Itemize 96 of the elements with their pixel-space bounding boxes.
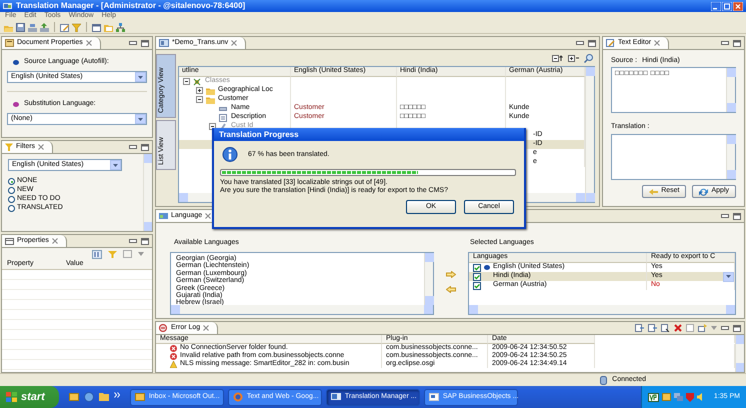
speaker-icon[interactable] bbox=[696, 393, 705, 401]
warning-icon bbox=[170, 360, 177, 368]
expander-icon[interactable] bbox=[196, 96, 203, 103]
expander-icon[interactable] bbox=[196, 87, 203, 94]
close-icon[interactable] bbox=[52, 238, 58, 244]
close-icon[interactable] bbox=[205, 213, 212, 219]
expand-all-icon[interactable] bbox=[568, 54, 579, 62]
maximize-icon[interactable] bbox=[733, 212, 741, 220]
maximize-icon[interactable] bbox=[733, 324, 741, 332]
minimize-icon[interactable] bbox=[721, 41, 729, 45]
document-icon bbox=[5, 39, 14, 47]
dialog-title: Translation Progress bbox=[214, 128, 524, 141]
delete-icon[interactable] bbox=[674, 324, 682, 332]
mail-icon[interactable] bbox=[68, 392, 79, 401]
maximize-icon[interactable] bbox=[733, 40, 741, 46]
window-icon[interactable] bbox=[92, 22, 101, 32]
clear-log-icon[interactable] bbox=[661, 324, 670, 332]
document-icon bbox=[219, 114, 228, 122]
left-arrow-icon[interactable] bbox=[446, 286, 456, 293]
mail-icon bbox=[134, 392, 145, 402]
log-icon[interactable] bbox=[686, 324, 694, 332]
import-icon[interactable] bbox=[28, 22, 37, 32]
menu-icon[interactable] bbox=[711, 326, 717, 330]
maximize-icon[interactable] bbox=[141, 40, 149, 46]
filter-icon bbox=[5, 143, 13, 151]
vertical-scrollbar[interactable] bbox=[424, 253, 433, 305]
export-log-icon[interactable] bbox=[635, 324, 644, 332]
import-log-icon[interactable] bbox=[648, 324, 657, 332]
expander-icon[interactable] bbox=[209, 123, 216, 130]
minimize-icon[interactable] bbox=[576, 41, 584, 45]
caret-icon bbox=[138, 118, 143, 120]
close-icon[interactable] bbox=[86, 40, 92, 46]
dropdown-button[interactable] bbox=[723, 272, 734, 282]
window-title: Translation Manager - [Administrator - @sitalenovo-78:6400] bbox=[16, 1, 246, 11]
minimize-icon[interactable] bbox=[129, 239, 137, 243]
chevron-icon[interactable] bbox=[114, 392, 120, 398]
maximize-icon[interactable] bbox=[141, 238, 149, 244]
search-icon[interactable] bbox=[584, 54, 593, 62]
close-icon[interactable] bbox=[231, 40, 238, 46]
window-icon bbox=[428, 392, 439, 402]
caret-icon bbox=[113, 164, 118, 166]
error-log-icon bbox=[159, 324, 168, 332]
collapse-all-icon[interactable] bbox=[552, 54, 563, 62]
close-icon[interactable] bbox=[654, 40, 660, 46]
bullet-icon bbox=[13, 60, 19, 64]
database-icon bbox=[600, 376, 608, 384]
right-arrow-icon[interactable] bbox=[446, 271, 456, 278]
minimize-icon[interactable] bbox=[721, 326, 729, 330]
table-icon bbox=[5, 238, 14, 244]
minimize-icon[interactable] bbox=[721, 214, 729, 218]
maximize-icon[interactable] bbox=[588, 40, 596, 46]
editor-icon bbox=[606, 39, 615, 47]
save-icon[interactable] bbox=[16, 22, 25, 32]
sort-icon[interactable] bbox=[92, 250, 102, 258]
menu-icon[interactable] bbox=[138, 252, 144, 256]
reset-icon bbox=[649, 188, 658, 196]
edit-icon[interactable] bbox=[60, 22, 69, 32]
bullet-icon bbox=[13, 102, 19, 106]
language-icon bbox=[159, 212, 168, 220]
checkbox[interactable] bbox=[473, 272, 481, 280]
caret-icon bbox=[726, 275, 731, 278]
network-icon[interactable] bbox=[116, 22, 125, 32]
horizontal-scrollbar[interactable] bbox=[171, 305, 433, 314]
browser-icon[interactable] bbox=[84, 392, 94, 402]
browser-icon bbox=[232, 392, 243, 402]
filter-icon[interactable] bbox=[72, 22, 81, 32]
vertical-scrollbar[interactable] bbox=[726, 68, 735, 112]
windows-logo-icon bbox=[6, 392, 17, 402]
maximize-icon[interactable] bbox=[141, 144, 149, 150]
minimize-icon[interactable] bbox=[129, 41, 137, 45]
close-icon[interactable] bbox=[203, 325, 210, 331]
folder-icon[interactable] bbox=[98, 392, 109, 401]
checkbox[interactable] bbox=[473, 282, 481, 290]
checkbox[interactable] bbox=[473, 264, 481, 272]
vertical-scrollbar[interactable] bbox=[726, 135, 735, 179]
refresh-icon bbox=[699, 188, 708, 196]
vertical-scrollbar[interactable] bbox=[143, 154, 152, 231]
export-icon[interactable] bbox=[40, 22, 49, 32]
info-icon bbox=[222, 147, 238, 163]
file-icon bbox=[159, 39, 169, 47]
vertical-scrollbar[interactable] bbox=[585, 67, 594, 202]
vertical-scrollbar[interactable] bbox=[735, 335, 744, 372]
vpn-icon[interactable] bbox=[648, 392, 659, 402]
close-icon[interactable] bbox=[38, 144, 44, 150]
caret-icon bbox=[138, 76, 143, 78]
field-icon bbox=[219, 104, 228, 112]
minimize-icon[interactable] bbox=[129, 145, 137, 149]
mail-icon[interactable] bbox=[662, 393, 671, 401]
app-icon bbox=[3, 2, 12, 10]
app-icon bbox=[330, 392, 341, 402]
open-log-icon[interactable] bbox=[698, 324, 707, 332]
start-button[interactable]: start bbox=[0, 386, 59, 408]
horizontal-scrollbar[interactable] bbox=[469, 305, 735, 314]
classes-icon bbox=[193, 78, 202, 86]
translation-text-area[interactable] bbox=[611, 134, 736, 180]
expander-icon[interactable] bbox=[183, 78, 190, 85]
